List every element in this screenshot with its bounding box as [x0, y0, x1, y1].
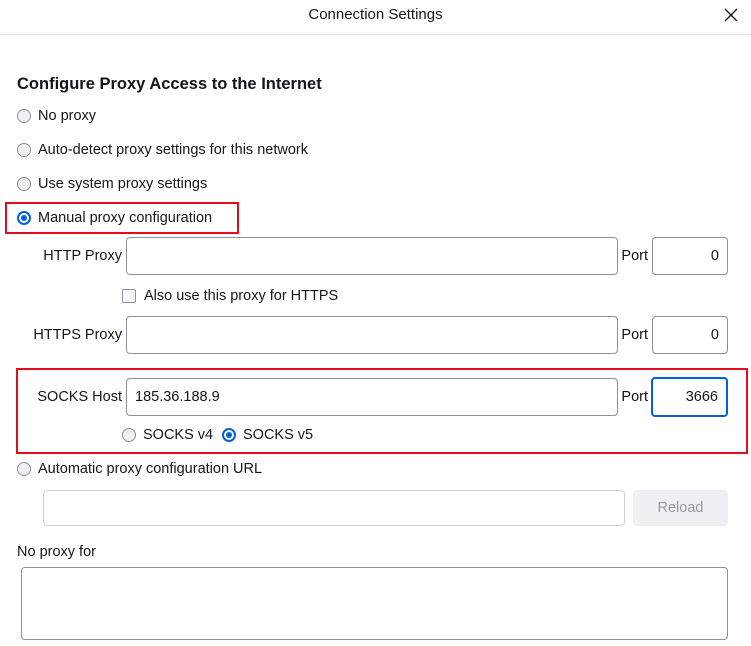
http-port-input[interactable]: 0 [652, 237, 728, 275]
close-icon[interactable] [720, 4, 742, 26]
socks-v4-option[interactable]: SOCKS v4 [122, 424, 213, 446]
auto-detect-radio[interactable] [17, 143, 31, 157]
https-proxy-label: HTTPS Proxy [33, 327, 122, 343]
socks-host-input[interactable]: 185.36.188.9 [126, 378, 618, 416]
system-proxy-option[interactable]: Use system proxy settings [17, 173, 207, 195]
no-proxy-label: No proxy [38, 108, 97, 124]
no-proxy-radio[interactable] [17, 109, 31, 123]
auto-config-url-input[interactable] [43, 490, 625, 526]
no-proxy-option[interactable]: No proxy [17, 105, 96, 127]
socks-v5-option[interactable]: SOCKS v5 [222, 424, 313, 446]
manual-proxy-option[interactable]: Manual proxy configuration [17, 207, 212, 229]
reload-button[interactable]: Reload [633, 490, 728, 526]
auto-detect-option[interactable]: Auto-detect proxy settings for this netw… [17, 139, 308, 161]
auto-detect-label: Auto-detect proxy settings for this netw… [38, 142, 308, 158]
auto-config-url-option[interactable]: Automatic proxy configuration URL [17, 458, 262, 480]
also-https-checkbox[interactable] [122, 289, 136, 303]
https-port-label: Port [621, 327, 648, 343]
system-proxy-radio[interactable] [17, 177, 31, 191]
section-heading: Configure Proxy Access to the Internet [17, 75, 322, 93]
also-https-option[interactable]: Also use this proxy for HTTPS [122, 285, 338, 307]
dialog-titlebar: Connection Settings [0, 0, 751, 35]
manual-proxy-label: Manual proxy configuration [38, 210, 213, 226]
socks-v5-label: SOCKS v5 [243, 427, 314, 443]
system-proxy-label: Use system proxy settings [38, 176, 208, 192]
http-port-label: Port [621, 248, 648, 264]
also-https-label: Also use this proxy for HTTPS [144, 288, 339, 304]
socks-port-input[interactable]: 3666 [651, 377, 728, 417]
http-proxy-label: HTTP Proxy [43, 248, 122, 264]
https-proxy-input[interactable] [126, 316, 618, 354]
no-proxy-for-textarea[interactable] [21, 567, 728, 640]
manual-proxy-radio[interactable] [17, 211, 31, 225]
http-proxy-input[interactable] [126, 237, 618, 275]
auto-config-url-label: Automatic proxy configuration URL [38, 461, 263, 477]
auto-config-url-radio[interactable] [17, 462, 31, 476]
https-port-input[interactable]: 0 [652, 316, 728, 354]
no-proxy-for-label: No proxy for [17, 544, 96, 560]
socks-host-label: SOCKS Host [37, 389, 122, 405]
socks-v4-radio[interactable] [122, 428, 136, 442]
socks-port-label: Port [621, 389, 648, 405]
dialog-title: Connection Settings [308, 6, 443, 23]
socks-v5-radio[interactable] [222, 428, 236, 442]
socks-v4-label: SOCKS v4 [143, 427, 214, 443]
